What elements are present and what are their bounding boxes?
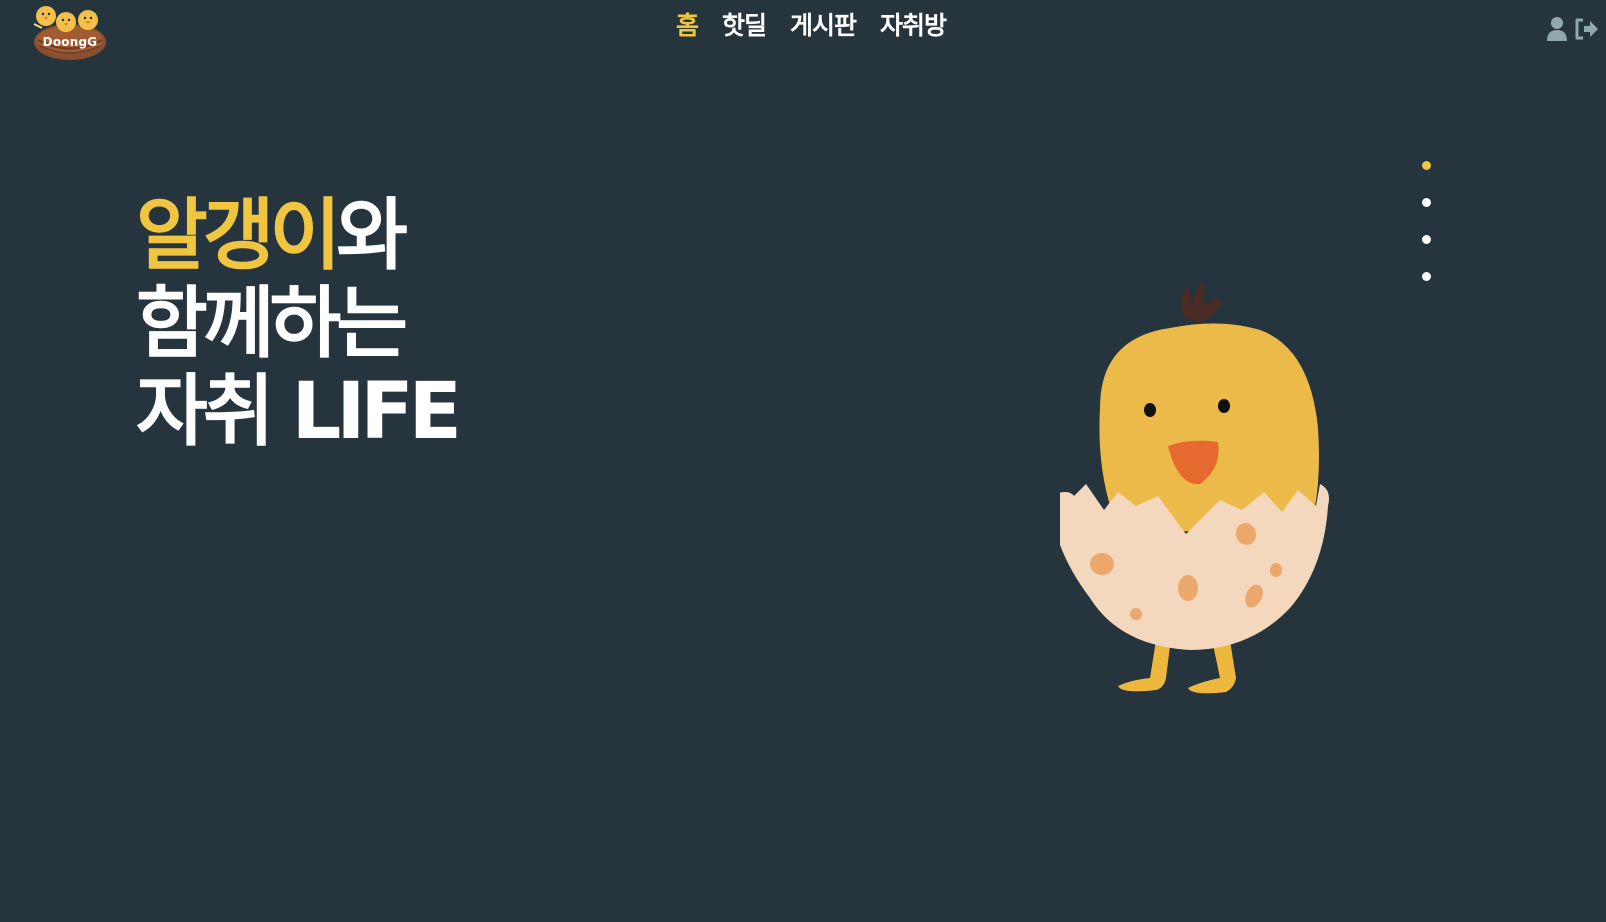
pager-dot-1[interactable] — [1421, 161, 1431, 170]
pager-dot-4[interactable] — [1421, 272, 1431, 281]
main-nav: 홈 핫딜 게시판 자취방 — [0, 6, 1606, 46]
hero-line-1-rest: 와 — [336, 191, 408, 281]
nav-room[interactable]: 자취방 — [868, 6, 958, 46]
section-pager — [1420, 161, 1432, 281]
logout-icon[interactable] — [1574, 17, 1600, 41]
user-icon[interactable] — [1546, 16, 1568, 42]
hero-line-1: 알갱이와 — [136, 192, 457, 280]
hatching-chick-illustration — [1060, 282, 1329, 694]
pager-dot-3[interactable] — [1421, 235, 1431, 244]
hero-accent-text: 알갱이 — [136, 191, 341, 281]
hero-headline: 알갱이와 함께하는 자취 LIFE — [136, 192, 462, 457]
user-actions — [1546, 16, 1600, 42]
nav-home[interactable]: 홈 — [664, 6, 710, 46]
hero-line-2: 함께하는 — [136, 279, 408, 369]
hero-line-3: 자취 LIFE — [136, 367, 462, 457]
pager-dot-2[interactable] — [1421, 198, 1431, 207]
nav-board[interactable]: 게시판 — [778, 6, 868, 46]
nav-hotdeal[interactable]: 핫딜 — [710, 6, 778, 46]
